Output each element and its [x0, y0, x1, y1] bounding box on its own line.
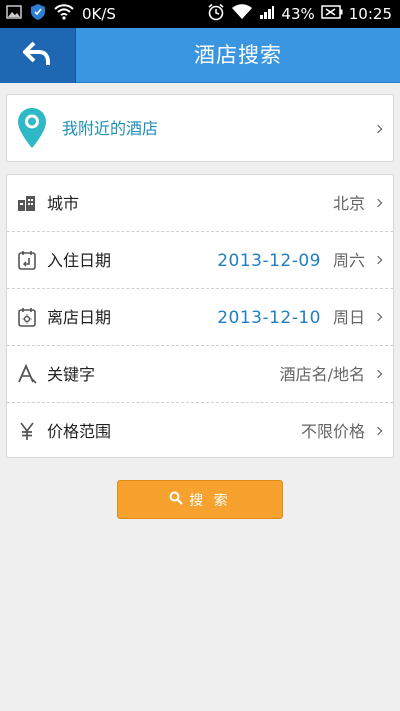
chevron-right-icon: [373, 198, 383, 208]
back-arrow-icon: [21, 41, 53, 71]
buildings-icon: [17, 193, 37, 213]
price-value: 不限价格: [300, 422, 365, 441]
checkin-value: 2013-12-09 周六: [217, 232, 365, 290]
checkin-calendar-icon: [17, 250, 37, 270]
wifi-signal-icon: [231, 4, 253, 24]
keyword-input[interactable]: 酒店名/地名: [280, 346, 365, 403]
status-bar: 0K/S 43% 10:25: [0, 0, 400, 28]
chevron-right-icon: [373, 369, 383, 379]
city-row[interactable]: 城市 北京: [7, 175, 393, 232]
checkout-row[interactable]: 离店日期 2013-12-10 周日: [7, 289, 393, 346]
alarm-icon: [207, 3, 225, 25]
checkin-label: 入住日期: [47, 251, 112, 270]
checkout-date: 2013-12-10: [217, 308, 321, 328]
chevron-right-icon: [373, 426, 383, 436]
chevron-right-icon: [373, 312, 383, 322]
checkout-label: 离店日期: [47, 308, 112, 327]
keyword-label: 关键字: [47, 365, 96, 384]
checkin-date: 2013-12-09: [217, 251, 321, 271]
city-label: 城市: [47, 194, 80, 213]
search-button-label: 搜 索: [189, 492, 231, 509]
font-a-icon: [17, 363, 37, 384]
chevron-right-icon: [373, 124, 383, 134]
checkin-row[interactable]: 入住日期 2013-12-09 周六: [7, 232, 393, 289]
checkin-weekday: 周六: [332, 251, 365, 270]
page-title: 酒店搜索: [194, 43, 282, 67]
checkout-calendar-icon: [17, 307, 37, 327]
clock: 10:25: [348, 5, 392, 23]
search-form: 城市 北京 入住日期 2013-12-09 周六 离店日期 2013-12-10 周…: [6, 174, 394, 458]
title-bar: 酒店搜索: [0, 28, 400, 83]
network-speed: 0K/S: [82, 5, 116, 23]
battery-percent: 43%: [281, 5, 315, 23]
search-button[interactable]: 搜 索: [117, 480, 283, 519]
wifi-icon: [54, 4, 74, 24]
shield-icon: [30, 3, 46, 25]
checkout-weekday: 周日: [332, 308, 365, 327]
keyword-row[interactable]: 关键字 酒店名/地名: [7, 346, 393, 403]
location-pin-icon: [17, 107, 47, 153]
yen-icon: [17, 421, 37, 441]
gallery-icon: [6, 5, 22, 23]
price-row[interactable]: 价格范围 不限价格: [7, 403, 393, 460]
search-icon: [169, 491, 184, 509]
cell-signal-icon: [259, 4, 275, 24]
checkout-value: 2013-12-10 周日: [217, 289, 365, 347]
price-label: 价格范围: [47, 422, 112, 441]
nearby-hotels-label: 我附近的酒店: [62, 119, 159, 138]
back-button[interactable]: [0, 28, 76, 83]
battery-icon: [321, 5, 343, 23]
chevron-right-icon: [373, 255, 383, 265]
nearby-hotels-item[interactable]: 我附近的酒店: [6, 94, 394, 162]
city-value: 北京: [332, 194, 365, 213]
